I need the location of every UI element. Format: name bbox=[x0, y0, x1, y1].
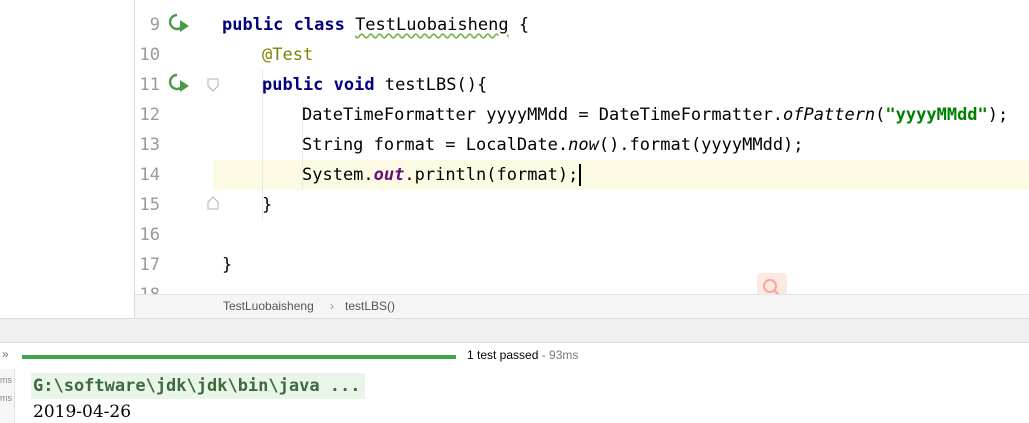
static-field: out bbox=[373, 165, 405, 185]
code-editor[interactable]: public class TestLuobaisheng { @Test pub… bbox=[135, 0, 1029, 294]
code-line-14-current: System.out.println(format); bbox=[213, 160, 1029, 190]
test-status-text: 1 test passed bbox=[467, 348, 539, 362]
code-token: .println(format); bbox=[404, 165, 579, 185]
annotation: @Test bbox=[262, 45, 314, 65]
code-text: System.out.println(format); bbox=[302, 160, 582, 190]
run-test-icon[interactable] bbox=[168, 12, 190, 34]
code-line-11: public void testLBS(){ bbox=[135, 70, 1029, 100]
code-token: ( bbox=[875, 105, 886, 125]
static-method: now bbox=[568, 135, 599, 155]
class-name: TestLuobaisheng bbox=[355, 15, 509, 35]
line-number: 9 bbox=[149, 15, 160, 35]
code-text: @Test bbox=[262, 40, 313, 70]
line-number: 12 bbox=[139, 105, 160, 125]
line-number: 15 bbox=[139, 195, 160, 215]
test-progress-bar bbox=[22, 355, 456, 359]
code-token: DateTimeFormatter yyyyMMdd = DateTimeFor… bbox=[302, 105, 784, 125]
code-line-13: String format = LocalDate.now().format(y… bbox=[135, 130, 1029, 160]
code-text: } bbox=[222, 255, 233, 275]
code-line-12: DateTimeFormatter yyyyMMdd = DateTimeFor… bbox=[135, 100, 1029, 130]
console-output-line: 2019-04-26 bbox=[33, 402, 132, 422]
console-gutter: ms ms bbox=[0, 369, 15, 423]
expand-icon[interactable]: » bbox=[2, 347, 9, 361]
code-token: String format = LocalDate. bbox=[302, 135, 569, 155]
breadcrumb-class[interactable]: TestLuobaisheng bbox=[223, 299, 314, 313]
line-number: 18 bbox=[0, 280, 160, 294]
code-line-15: } bbox=[135, 190, 1029, 220]
code-text: public class TestLuobaisheng { bbox=[222, 10, 529, 40]
code-token: ); bbox=[987, 105, 1009, 125]
code-line-9: public class TestLuobaisheng { bbox=[135, 10, 1029, 40]
chevron-right-icon: › bbox=[330, 299, 334, 313]
code-text: } bbox=[262, 195, 273, 215]
console-output[interactable]: ms ms G:\software\jdk\jdk\bin\java ... 2… bbox=[0, 369, 1029, 423]
indent-guide bbox=[262, 70, 263, 220]
code-line-17: } bbox=[135, 250, 1029, 280]
fold-marker-icon[interactable] bbox=[207, 78, 219, 92]
indent-guide bbox=[302, 100, 303, 190]
time-label: ms bbox=[0, 393, 12, 403]
keyword: public void bbox=[262, 75, 385, 95]
breadcrumb: TestLuobaisheng › testLBS() bbox=[135, 294, 1029, 319]
code-token: ().format(yyyyMMdd); bbox=[598, 135, 804, 155]
time-label: ms bbox=[0, 375, 12, 385]
keyword: public class bbox=[222, 15, 356, 35]
code-token: testLBS(){ bbox=[384, 75, 488, 95]
line-number: 14 bbox=[139, 165, 160, 185]
code-text: String format = LocalDate.now().format(y… bbox=[302, 130, 804, 160]
run-test-icon[interactable] bbox=[168, 72, 190, 94]
line-number: 10 bbox=[139, 45, 160, 65]
code-token: System. bbox=[302, 165, 374, 185]
code-token: { bbox=[508, 15, 530, 35]
line-number: 16 bbox=[139, 225, 160, 245]
test-results-bar: » 1 test passed - 93ms bbox=[0, 342, 1029, 370]
text-caret bbox=[579, 164, 582, 186]
code-text: public void testLBS(){ bbox=[262, 70, 487, 100]
fold-marker-icon[interactable] bbox=[207, 196, 219, 210]
line-number: 13 bbox=[139, 135, 160, 155]
line-number: 17 bbox=[139, 255, 160, 275]
string-literal: "yyyyMMdd" bbox=[885, 105, 988, 125]
line-number: 11 bbox=[139, 75, 160, 95]
code-text: DateTimeFormatter yyyyMMdd = DateTimeFor… bbox=[302, 100, 1008, 130]
test-status: 1 test passed - 93ms bbox=[467, 348, 578, 362]
test-duration: - 93ms bbox=[538, 348, 579, 362]
console-command-line[interactable]: G:\software\jdk\jdk\bin\java ... bbox=[31, 373, 365, 399]
panel-divider[interactable] bbox=[0, 318, 1029, 343]
static-method: ofPattern bbox=[783, 105, 876, 125]
code-line-10: @Test bbox=[135, 40, 1029, 70]
breadcrumb-method[interactable]: testLBS() bbox=[345, 299, 395, 313]
